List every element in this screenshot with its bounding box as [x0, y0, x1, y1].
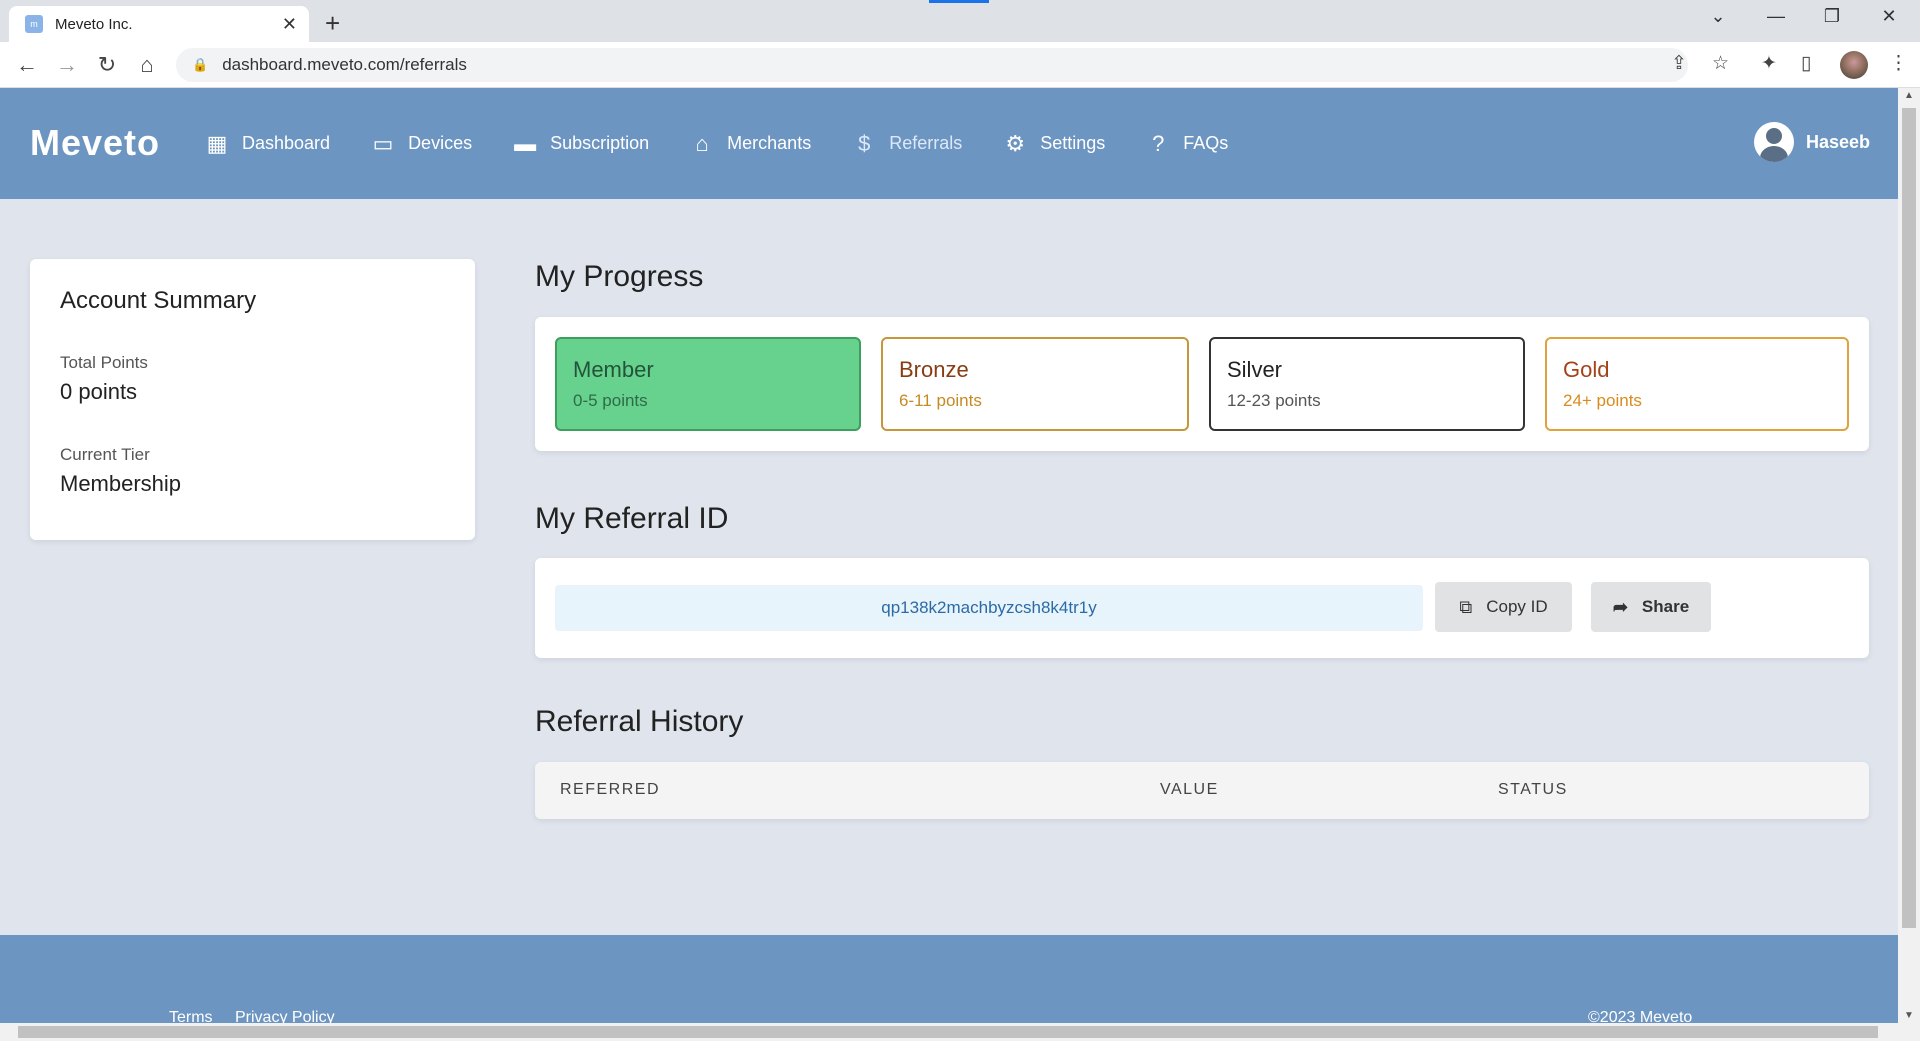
gear-icon: ⚙ — [1005, 130, 1026, 156]
total-points-label: Total Points — [60, 353, 148, 372]
current-tier-value: Membership — [60, 471, 182, 496]
current-tier-label: Current Tier — [60, 445, 150, 464]
referral-id-value[interactable]: qp138k2machbyzcsh8k4tr1y — [555, 585, 1423, 631]
extensions-icon[interactable]: ✦ — [1761, 52, 1777, 75]
copy-icon: ⧉ — [1459, 596, 1473, 617]
tab-indicator — [929, 0, 989, 3]
nav-label: Subscription — [550, 133, 650, 153]
horizontal-scrollbar[interactable] — [0, 1023, 1920, 1041]
main-nav: ▦ Dashboard ▭ Devices ▬ Subscription ⌂ M… — [204, 88, 1268, 199]
tier-name: Member — [573, 357, 654, 382]
tier-range: 6-11 points — [899, 391, 982, 410]
browser-profile-avatar[interactable] — [1840, 51, 1868, 79]
scrollbar-thumb[interactable] — [18, 1026, 1878, 1038]
column-header-status: STATUS — [1498, 781, 1568, 798]
nav-label: Devices — [408, 133, 473, 153]
nav-faqs[interactable]: ? FAQs — [1145, 131, 1228, 157]
referral-history-title: Referral History — [535, 705, 744, 738]
nav-subscription[interactable]: ▬ Subscription — [512, 131, 649, 157]
nav-dashboard[interactable]: ▦ Dashboard — [204, 131, 330, 157]
tier-silver[interactable]: Silver 12-23 points — [1209, 337, 1525, 431]
copy-id-label: Copy ID — [1486, 597, 1548, 616]
referral-id-title: My Referral ID — [535, 502, 729, 535]
nav-devices[interactable]: ▭ Devices — [370, 131, 472, 157]
account-summary-title: Account Summary — [60, 287, 257, 314]
scrollbar-thumb[interactable] — [1902, 108, 1916, 928]
privacy-policy-link[interactable]: Privacy Policy — [235, 1009, 335, 1023]
column-header-value: VALUE — [1160, 781, 1219, 798]
favicon-icon: m — [25, 15, 43, 33]
terms-link[interactable]: Terms — [169, 1009, 213, 1023]
browser-menu-icon[interactable]: ⋮ — [1889, 52, 1908, 75]
close-icon[interactable]: ✕ — [282, 14, 297, 35]
nav-label: Merchants — [727, 133, 812, 153]
url-text: dashboard.meveto.com/referrals — [222, 55, 467, 74]
avatar — [1753, 122, 1794, 162]
app-header: Meveto ▦ Dashboard ▭ Devices ▬ Subscript… — [0, 88, 1898, 199]
reload-icon[interactable]: ↻ — [93, 52, 121, 78]
tier-range: 24+ points — [1563, 391, 1642, 410]
tier-gold[interactable]: Gold 24+ points — [1545, 337, 1849, 431]
tier-name: Bronze — [899, 357, 969, 382]
total-points-value: 0 points — [60, 379, 138, 404]
nav-label: Referrals — [889, 133, 963, 153]
lock-icon: 🔒 — [192, 57, 209, 72]
nav-settings[interactable]: ⚙ Settings — [1002, 131, 1105, 157]
referral-history-table-header: REFERRED VALUE STATUS — [535, 762, 1869, 819]
dollar-icon: $ — [858, 130, 871, 156]
column-header-referred: REFERRED — [560, 781, 661, 798]
browser-tab[interactable]: m Meveto Inc. ✕ — [9, 6, 309, 42]
copyright-text: ©2023 Meveto — [1588, 1009, 1693, 1023]
address-bar[interactable]: 🔒 dashboard.meveto.com/referrals — [176, 48, 1688, 82]
nav-referrals[interactable]: $ Referrals — [851, 131, 962, 157]
scroll-up-icon[interactable]: ▲ — [1898, 90, 1920, 101]
nav-merchants[interactable]: ⌂ Merchants — [689, 130, 812, 157]
tab-search-icon[interactable]: ⌄ — [1698, 6, 1738, 27]
minimize-button[interactable]: — — [1756, 6, 1796, 27]
nav-label: FAQs — [1183, 133, 1229, 153]
browser-toolbar: ← → ↻ ⌂ 🔒 dashboard.meveto.com/referrals… — [0, 42, 1920, 88]
share-label: Share — [1641, 597, 1690, 616]
store-icon: ⌂ — [695, 130, 709, 156]
account-summary-card: Account Summary Total Points 0 points Cu… — [30, 259, 475, 540]
credit-card-icon: ▬ — [514, 130, 537, 156]
window-close-button[interactable]: ✕ — [1869, 6, 1909, 27]
share-button[interactable]: ➦ Share — [1591, 582, 1711, 632]
copy-id-button[interactable]: ⧉ Copy ID — [1435, 582, 1572, 632]
user-menu[interactable]: Haseeb — [1753, 122, 1870, 162]
tier-range: 0-5 points — [573, 391, 648, 410]
dashboard-icon: ▦ — [206, 130, 228, 156]
home-icon[interactable]: ⌂ — [133, 52, 161, 78]
page-footer: Terms Privacy Policy ©2023 Meveto — [0, 935, 1898, 1023]
restore-button[interactable]: ❐ — [1812, 6, 1852, 27]
tier-range: 12-23 points — [1227, 391, 1321, 410]
tier-name: Gold — [1563, 357, 1610, 382]
share-arrow-icon: ➦ — [1612, 596, 1628, 617]
nav-label: Settings — [1040, 133, 1106, 153]
scroll-down-icon[interactable]: ▼ — [1898, 1010, 1920, 1021]
tab-title: Meveto Inc. — [55, 15, 133, 33]
referral-id-card: qp138k2machbyzcsh8k4tr1y ⧉ Copy ID ➦ Sha… — [535, 558, 1869, 658]
bookmark-star-icon[interactable]: ☆ — [1712, 52, 1729, 75]
devices-icon: ▭ — [372, 130, 394, 156]
user-name: Haseeb — [1805, 131, 1870, 152]
vertical-scrollbar[interactable]: ▲ ▼ — [1898, 88, 1920, 1023]
question-icon: ? — [1152, 130, 1165, 156]
forward-icon[interactable]: → — [53, 52, 81, 78]
progress-title: My Progress — [535, 260, 704, 293]
tier-name: Silver — [1227, 357, 1283, 382]
back-icon[interactable]: ← — [13, 52, 41, 78]
side-panel-icon[interactable]: ▯ — [1801, 52, 1811, 75]
tier-member[interactable]: Member 0-5 points — [555, 337, 861, 431]
new-tab-button[interactable]: + — [325, 8, 340, 39]
nav-label: Dashboard — [242, 133, 331, 153]
progress-card: Member 0-5 points Bronze 6-11 points Sil… — [535, 317, 1869, 451]
tier-bronze[interactable]: Bronze 6-11 points — [881, 337, 1189, 431]
brand-logo[interactable]: Meveto — [30, 122, 160, 164]
share-page-icon[interactable]: ⇪ — [1671, 52, 1687, 75]
browser-tab-bar: m Meveto Inc. ✕ + ⌄ — ❐ ✕ — [0, 0, 1920, 42]
